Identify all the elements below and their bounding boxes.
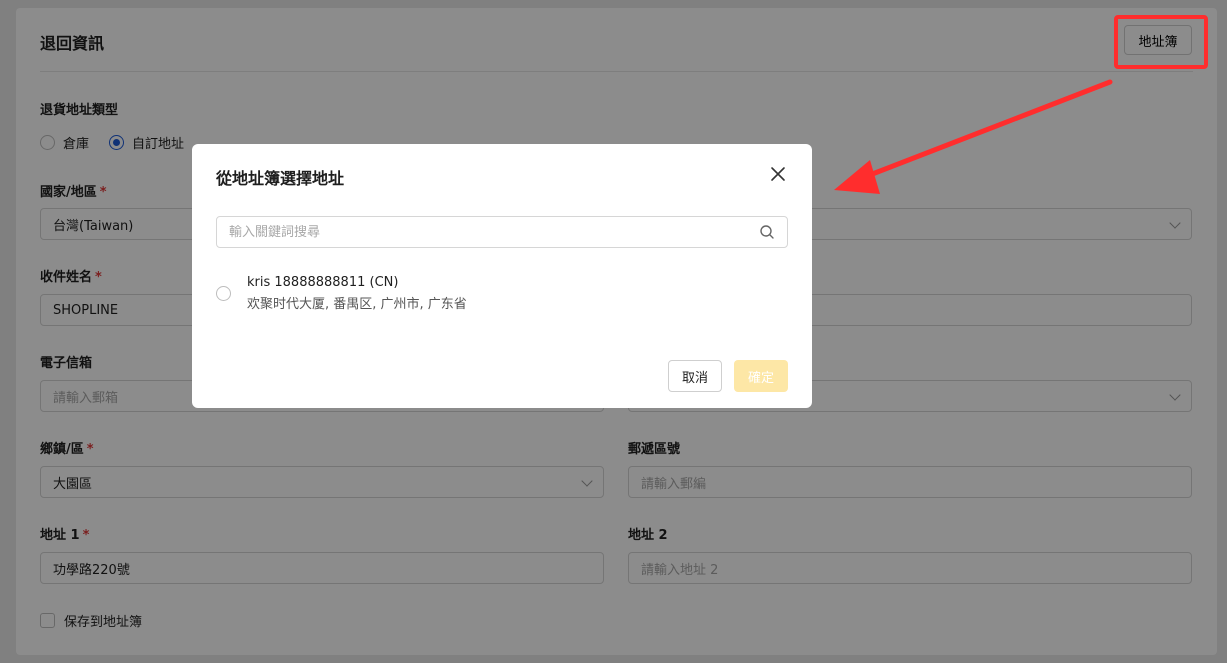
confirm-button[interactable]: 確定 [734,360,788,392]
address-detail: 欢聚时代大厦, 番禺区, 广州市, 广东省 [247,297,467,312]
modal-title: 從地址簿選擇地址 [216,169,345,188]
address-text: kris 18888888811 (CN) 欢聚时代大厦, 番禺区, 广州市, … [247,272,467,316]
highlight-box [1114,15,1208,69]
address-radio[interactable] [216,286,231,301]
search-icon[interactable] [759,224,775,240]
address-name: kris 18888888811 (CN) [247,275,399,290]
address-book-modal: 從地址簿選擇地址 kris 18888888811 (CN) 欢聚时代大厦, 番… [192,144,812,408]
address-list-item[interactable]: kris 18888888811 (CN) 欢聚时代大厦, 番禺区, 广州市, … [216,272,467,316]
cancel-button[interactable]: 取消 [668,360,722,392]
close-icon[interactable] [770,166,786,182]
search-box [216,216,788,248]
search-input[interactable] [229,224,759,240]
